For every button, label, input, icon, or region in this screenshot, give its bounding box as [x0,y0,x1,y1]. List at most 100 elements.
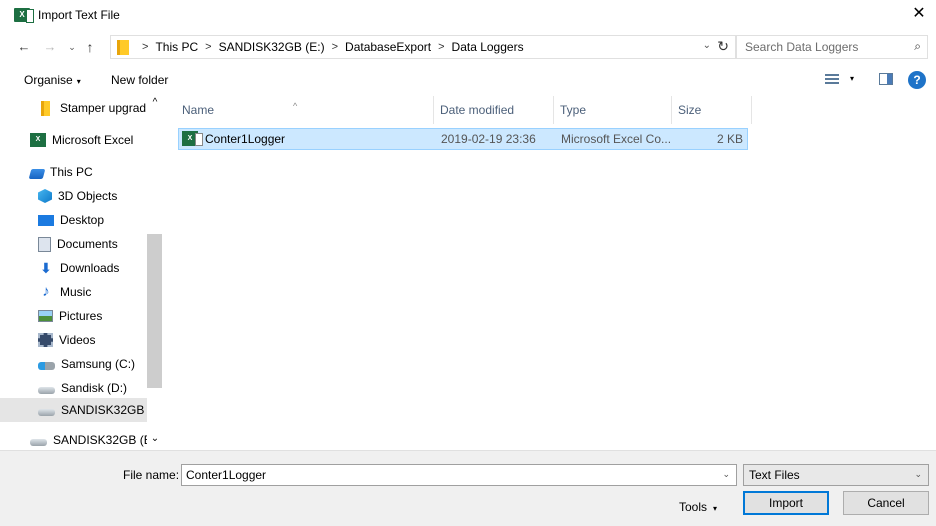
breadcrumb-separator-icon[interactable]: > [205,41,211,53]
3d-objects-icon [38,189,52,203]
breadcrumb-separator-icon[interactable]: > [332,41,338,53]
file-name-label: File name: [123,468,180,482]
file-type-value: Text Files [749,468,800,482]
sidebar-item-label: SANDISK32GB (E:) [53,433,147,447]
breadcrumb-item-sandisk[interactable]: SANDISK32GB (E:) [219,40,325,54]
search-placeholder: Search Data Loggers [745,40,859,54]
chevron-down-icon: ▾ [76,77,81,86]
file-name-value: Conter1Logger [186,468,267,482]
sidebar-item-label: Samsung (C:) [61,357,136,371]
chevron-down-icon[interactable]: ⌄ [914,469,922,480]
sidebar-item-label: Microsoft Excel [52,133,134,147]
table-row[interactable]: X Conter1Logger 2019-02-19 23:36 Microso… [178,128,748,150]
address-dropdown-chevron-icon[interactable]: ⌄ [703,40,711,51]
breadcrumb-separator-icon[interactable]: > [438,41,444,53]
up-arrow-icon[interactable]: ↑ [80,38,100,56]
sidebar-item-documents[interactable]: Documents [0,232,147,256]
command-toolbar: Organise ▾ New folder ▾ ? [0,64,936,96]
close-button[interactable]: ✕ [902,0,936,30]
sidebar-item-stamper-upgrad[interactable]: Stamper upgrad [0,96,147,120]
sidebar-item-sandisk-d[interactable]: Sandisk (D:) [0,376,147,400]
navigation-pane[interactable]: Stamper upgrad X Microsoft Excel This PC… [0,96,162,450]
dialog-footer: File name: Conter1Logger ⌄ Text Files ⌄ … [0,450,936,526]
file-name: Conter1Logger [205,132,286,146]
breadcrumb-item-this-pc[interactable]: This PC [155,40,198,54]
forward-arrow-icon[interactable]: → [40,38,60,56]
back-arrow-icon[interactable]: ← [14,38,34,56]
breadcrumb-item-data-loggers[interactable]: Data Loggers [452,40,524,54]
sidebar-item-label: Sandisk (D:) [61,381,128,395]
file-name-input[interactable]: Conter1Logger ⌄ [181,464,737,486]
sidebar-item-label: Documents [57,237,118,251]
excel-app-icon: X [14,8,34,23]
sidebar-item-sandisk32gb-e-root[interactable]: SANDISK32GB (E:) [0,428,147,450]
sidebar-item-label: Pictures [59,309,103,323]
sidebar-item-label: SANDISK32GB (E [61,403,147,417]
change-view-icon[interactable] [825,74,839,86]
chevron-down-icon[interactable]: ⌄ [722,469,730,480]
breadcrumb-separator-icon[interactable]: > [142,41,148,53]
search-icon[interactable]: ⌕ [914,39,921,54]
organise-button[interactable]: Organise ▾ [24,73,81,87]
documents-icon [38,236,51,252]
sidebar-item-sandisk32gb-e[interactable]: SANDISK32GB (E [0,398,147,422]
tools-label: Tools [679,500,708,514]
sort-ascending-icon: ^ [293,101,298,111]
sidebar-item-samsung-c[interactable]: Samsung (C:) [0,352,147,376]
sidebar-item-music[interactable]: ♪ Music [0,280,147,304]
sidebar-item-label: Music [60,285,92,299]
drive-icon [38,387,55,394]
sidebar-item-videos[interactable]: Videos [0,328,147,352]
sidebar-item-pictures[interactable]: Pictures [0,304,147,328]
column-header-name[interactable]: Name ^ [176,96,434,124]
column-header-date-modified[interactable]: Date modified [434,96,554,124]
sidebar-item-label: 3D Objects [58,189,118,203]
folder-icon [41,100,50,116]
file-type-select[interactable]: Text Files ⌄ [743,464,929,486]
drive-icon [38,362,55,370]
scroll-down-icon[interactable]: ⌄ [148,432,162,446]
sidebar-scrollbar-thumb[interactable] [147,234,162,388]
import-button[interactable]: Import [743,491,829,515]
this-pc-icon [28,168,46,179]
view-options-chevron-icon[interactable]: ▾ [850,74,854,83]
sidebar-item-label: Videos [59,333,96,347]
videos-icon [38,333,53,347]
sidebar-item-downloads[interactable]: ⬇ Downloads [0,256,147,280]
pictures-icon [38,310,53,322]
recent-locations-chevron-icon[interactable]: ⌄ [62,38,82,56]
refresh-icon[interactable]: ↻ [717,38,729,55]
breadcrumb-item-databaseexport[interactable]: DatabaseExport [345,40,431,54]
folder-icon [117,39,129,55]
file-list[interactable]: Name ^ Date modified Type Size X Conter1… [168,96,936,450]
breadcrumb[interactable]: > This PC > SANDISK32GB (E:) > DatabaseE… [110,35,736,59]
music-icon: ♪ [42,283,50,300]
desktop-icon [38,214,54,226]
column-label: Name [182,103,215,117]
column-header-size[interactable]: Size [672,96,752,124]
search-input[interactable]: Search Data Loggers ⌕ [736,35,928,59]
excel-icon: X [30,133,46,147]
address-bar: ← → ⌄ ↑ > This PC > SANDISK32GB (E:) > D… [0,30,936,64]
window-title: Import Text File [38,8,120,22]
sidebar-item-this-pc[interactable]: This PC [0,160,147,184]
title-bar: X Import Text File ✕ [0,0,936,30]
tools-menu-button[interactable]: Tools ▾ [679,500,717,514]
sidebar-item-label: Stamper upgrad [60,101,147,115]
cancel-button[interactable]: Cancel [843,491,929,515]
organise-label: Organise [24,73,73,87]
help-icon[interactable]: ? [908,71,926,89]
sidebar-item-label: This PC [50,165,93,179]
downloads-icon: ⬇ [40,260,52,276]
preview-pane-icon[interactable] [879,73,893,85]
sidebar-item-label: Downloads [60,261,120,275]
sidebar-item-microsoft-excel[interactable]: X Microsoft Excel [0,128,147,152]
scroll-up-icon[interactable]: ^ [148,96,162,110]
sidebar-item-desktop[interactable]: Desktop [0,208,147,232]
chevron-down-icon: ▾ [713,504,718,513]
excel-file-icon: X [182,131,203,146]
drive-icon [38,409,55,416]
new-folder-button[interactable]: New folder [111,73,168,87]
sidebar-item-3d-objects[interactable]: 3D Objects [0,184,147,208]
column-header-type[interactable]: Type [554,96,672,124]
